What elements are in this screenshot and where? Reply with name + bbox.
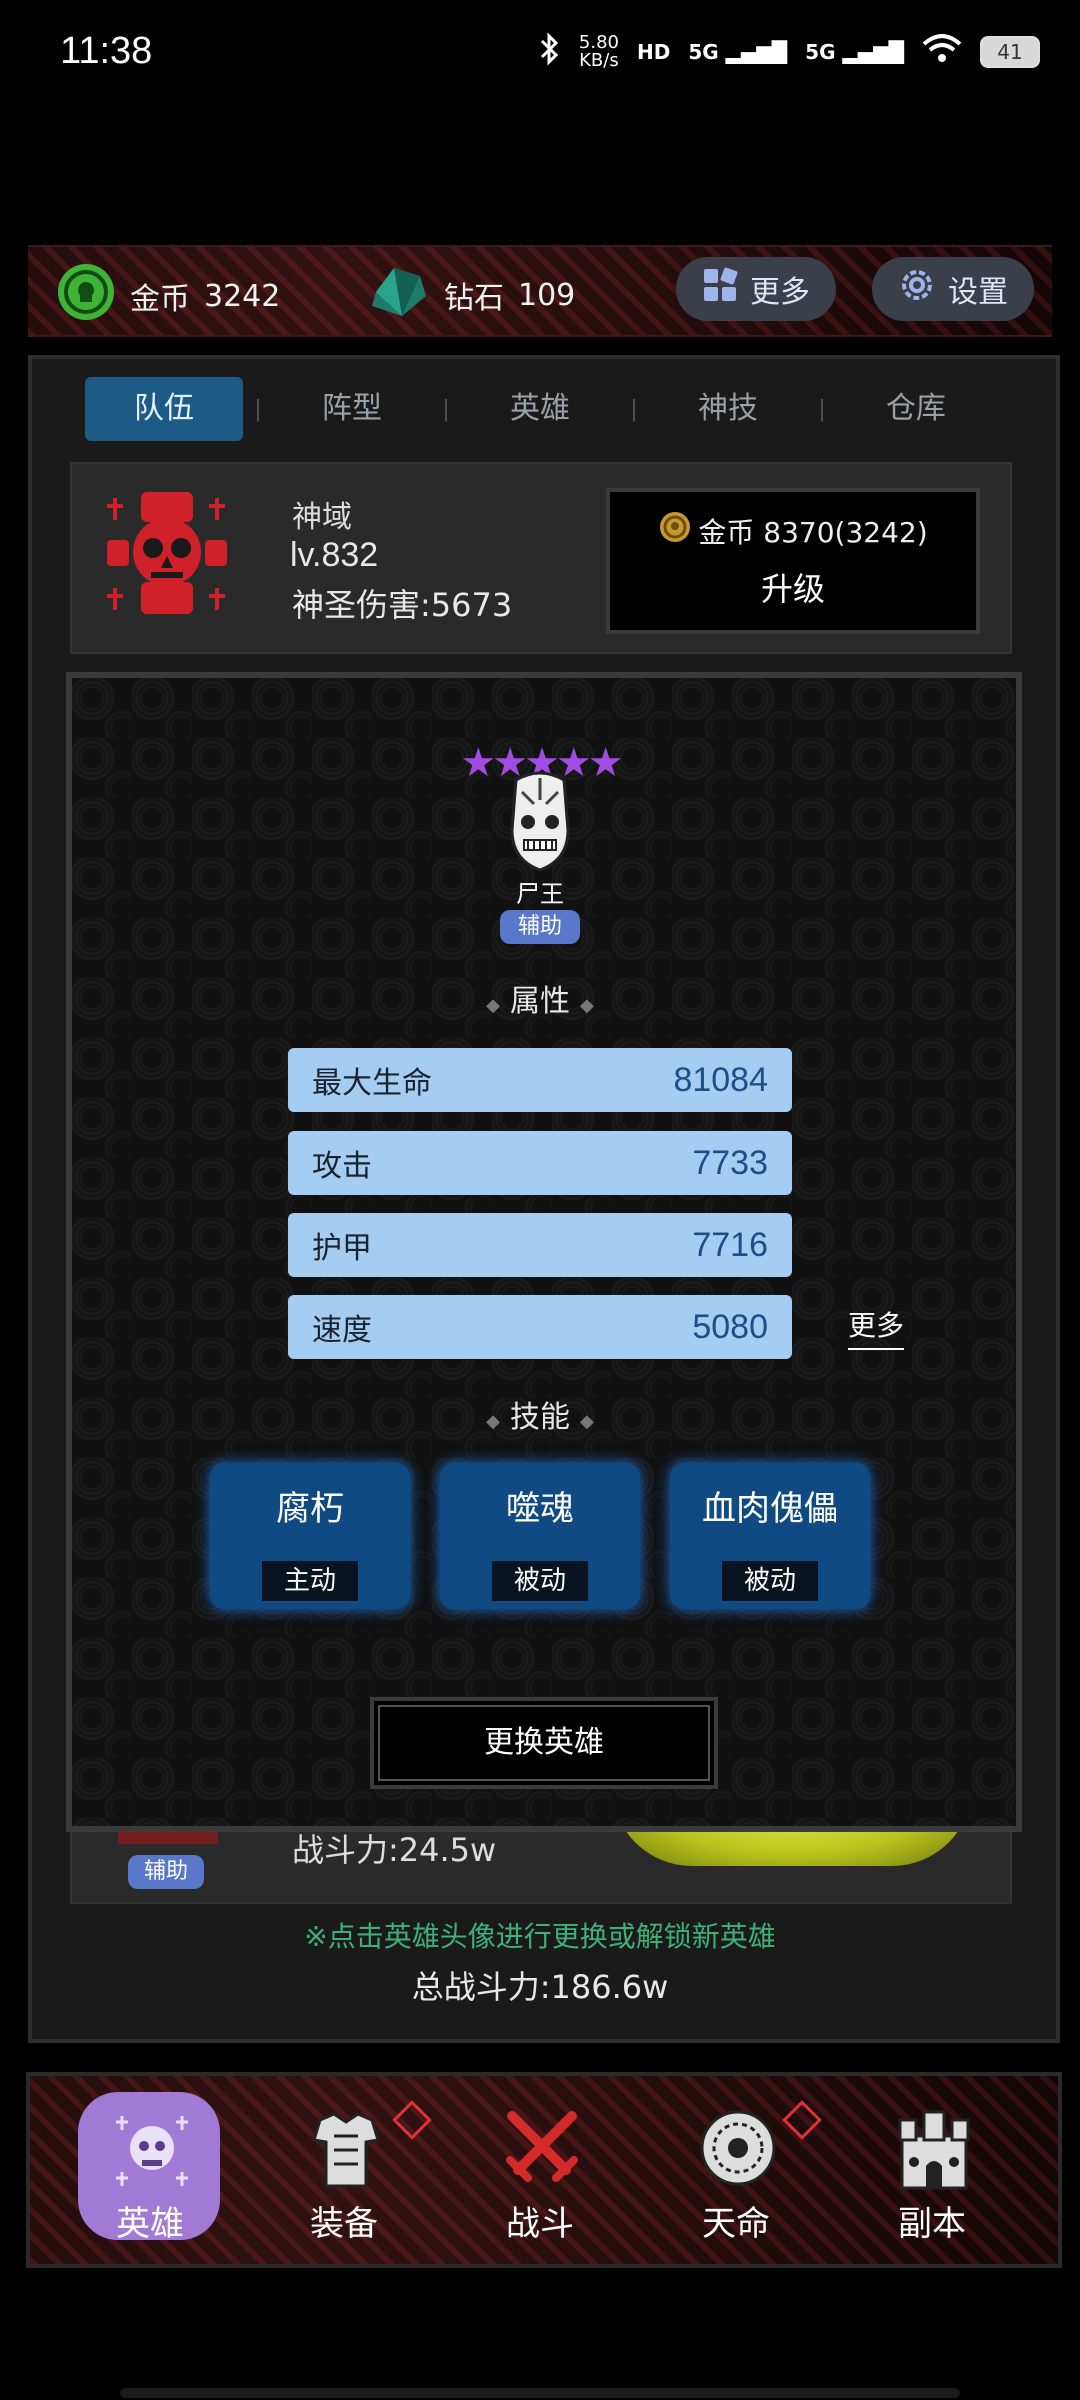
- skills-heading: ◆ 技能 ◆: [486, 1400, 594, 1435]
- skill-type: 被动: [492, 1561, 588, 1601]
- attributes-heading: ◆ 属性 ◆: [486, 984, 594, 1019]
- nav-battle[interactable]: 战斗: [470, 2090, 610, 2244]
- stat-value: 7716: [692, 1225, 768, 1264]
- stat-row-max-hp: 最大生命 81084: [288, 1048, 792, 1112]
- domain-level: lv.832: [290, 536, 379, 574]
- gold-display: 金币 3242: [56, 262, 280, 330]
- stat-label: 攻击: [312, 1149, 372, 1184]
- stat-label: 护甲: [312, 1231, 372, 1266]
- ornament-icon: ◆: [486, 1411, 500, 1432]
- armor-icon: [312, 2112, 380, 2188]
- home-indicator[interactable]: [120, 2388, 960, 2398]
- stat-row-speed: 速度 5080: [288, 1295, 792, 1359]
- gold-value: 3242: [204, 278, 281, 314]
- gold-label: 金币: [130, 282, 190, 317]
- status-icons: 5.80 KB/s HD 5G ▂▄▆█ 5G ▂▄▆█ 41: [539, 32, 1040, 72]
- stat-value: 5080: [692, 1307, 768, 1346]
- tab-heroes[interactable]: 英雄: [461, 377, 619, 441]
- hd-icon: HD: [636, 40, 671, 64]
- nav-label: 战斗: [506, 2204, 574, 2244]
- nav-destiny[interactable]: 天命: [666, 2090, 806, 2244]
- change-hero-button[interactable]: 更换英雄: [370, 1697, 718, 1789]
- skill-card-soul-devour[interactable]: 噬魂 被动: [440, 1463, 640, 1609]
- skill-card-decay[interactable]: 腐朽 主动: [210, 1463, 410, 1609]
- upgrade-cost: 金币 8370(3242): [610, 510, 976, 551]
- stat-row-armor: 护甲 7716: [288, 1213, 792, 1277]
- hero-name: 尸王: [516, 880, 564, 908]
- skill-name: 噬魂: [506, 1489, 574, 1529]
- tab-team[interactable]: 队伍: [85, 377, 243, 441]
- hint-text: ※点击英雄头像进行更换或解锁新英雄: [304, 1920, 776, 1953]
- tab-separator: |: [442, 396, 450, 422]
- hero-slot-role-badge: 辅助: [128, 1855, 204, 1889]
- tab-separator: |: [630, 396, 638, 422]
- nav-label: 英雄: [116, 2204, 184, 2244]
- skill-type: 主动: [262, 1561, 358, 1601]
- bluetooth-icon: [539, 32, 561, 72]
- nav-label: 副本: [898, 2204, 966, 2244]
- stat-value: 81084: [673, 1060, 768, 1099]
- domain-holy-damage: 神圣伤害:5673: [292, 586, 513, 624]
- nav-equipment[interactable]: 装备: [274, 2090, 414, 2244]
- diamond-icon: [366, 262, 430, 328]
- nav-heroes[interactable]: 英雄: [80, 2090, 220, 2244]
- tab-separator: |: [254, 396, 262, 422]
- gold-coin-icon: [658, 510, 692, 551]
- upgrade-button[interactable]: 金币 8370(3242) 升级: [606, 488, 980, 634]
- total-power: 总战斗力:186.6w: [411, 1968, 669, 2006]
- gear-icon: [898, 266, 936, 312]
- more-attributes-link[interactable]: 更多: [848, 1304, 905, 1350]
- skill-name: 血肉傀儡: [702, 1489, 838, 1529]
- wifi-icon: [922, 34, 962, 70]
- nav-label: 装备: [310, 2204, 378, 2244]
- status-time: 11:38: [60, 30, 153, 72]
- battery-icon: 41: [980, 36, 1040, 68]
- settings-button[interactable]: 设置: [872, 257, 1034, 321]
- domain-skull-icon[interactable]: [105, 490, 229, 618]
- diamond-display: 钻石 109: [366, 262, 575, 328]
- skill-name: 腐朽: [276, 1489, 344, 1529]
- stat-value: 7733: [692, 1143, 768, 1182]
- hero-avatar[interactable]: [500, 770, 580, 874]
- hero-role-badge: 辅助: [500, 910, 580, 944]
- signal-icon-sim2: 5G ▂▄▆█: [805, 40, 904, 64]
- destiny-medallion-icon: [700, 2110, 776, 2186]
- more-label: 更多: [750, 275, 810, 310]
- gold-coin-icon: [56, 262, 116, 330]
- castle-icon: [898, 2110, 970, 2190]
- grid-icon: [702, 267, 738, 311]
- skill-card-flesh-puppet[interactable]: 血肉傀儡 被动: [670, 1463, 870, 1609]
- domain-name: 神域: [292, 500, 352, 535]
- signal-icon-sim1: 5G ▂▄▆█: [688, 40, 788, 64]
- skill-type: 被动: [722, 1561, 818, 1601]
- stat-label: 最大生命: [312, 1066, 432, 1101]
- nav-label: 天命: [702, 2204, 770, 2244]
- tab-warehouse[interactable]: 仓库: [837, 377, 995, 441]
- upgrade-label: 升级: [760, 570, 825, 608]
- ornament-icon: ◆: [580, 1411, 594, 1432]
- nav-dungeon[interactable]: 副本: [862, 2090, 1002, 2244]
- net-speed: 5.80 KB/s: [578, 32, 619, 71]
- stat-row-attack: 攻击 7733: [288, 1131, 792, 1195]
- diamond-label: 钻石: [444, 281, 504, 316]
- ornament-icon: ◆: [486, 995, 500, 1016]
- ornament-icon: ◆: [580, 995, 594, 1016]
- settings-label: 设置: [948, 275, 1008, 310]
- tab-formation[interactable]: 阵型: [273, 377, 431, 441]
- more-button[interactable]: 更多: [676, 257, 836, 321]
- upgrade-cost-text: 金币 8370(3242): [698, 515, 928, 549]
- hero-skull-icon: [116, 2116, 188, 2186]
- crossed-swords-icon: [506, 2111, 578, 2182]
- diamond-value: 109: [518, 277, 576, 313]
- stat-label: 速度: [312, 1313, 372, 1348]
- tab-separator: |: [818, 396, 826, 422]
- tab-bar: 队伍 | 阵型 | 英雄 | 神技 | 仓库: [85, 377, 995, 441]
- tab-divine-skills[interactable]: 神技: [649, 377, 807, 441]
